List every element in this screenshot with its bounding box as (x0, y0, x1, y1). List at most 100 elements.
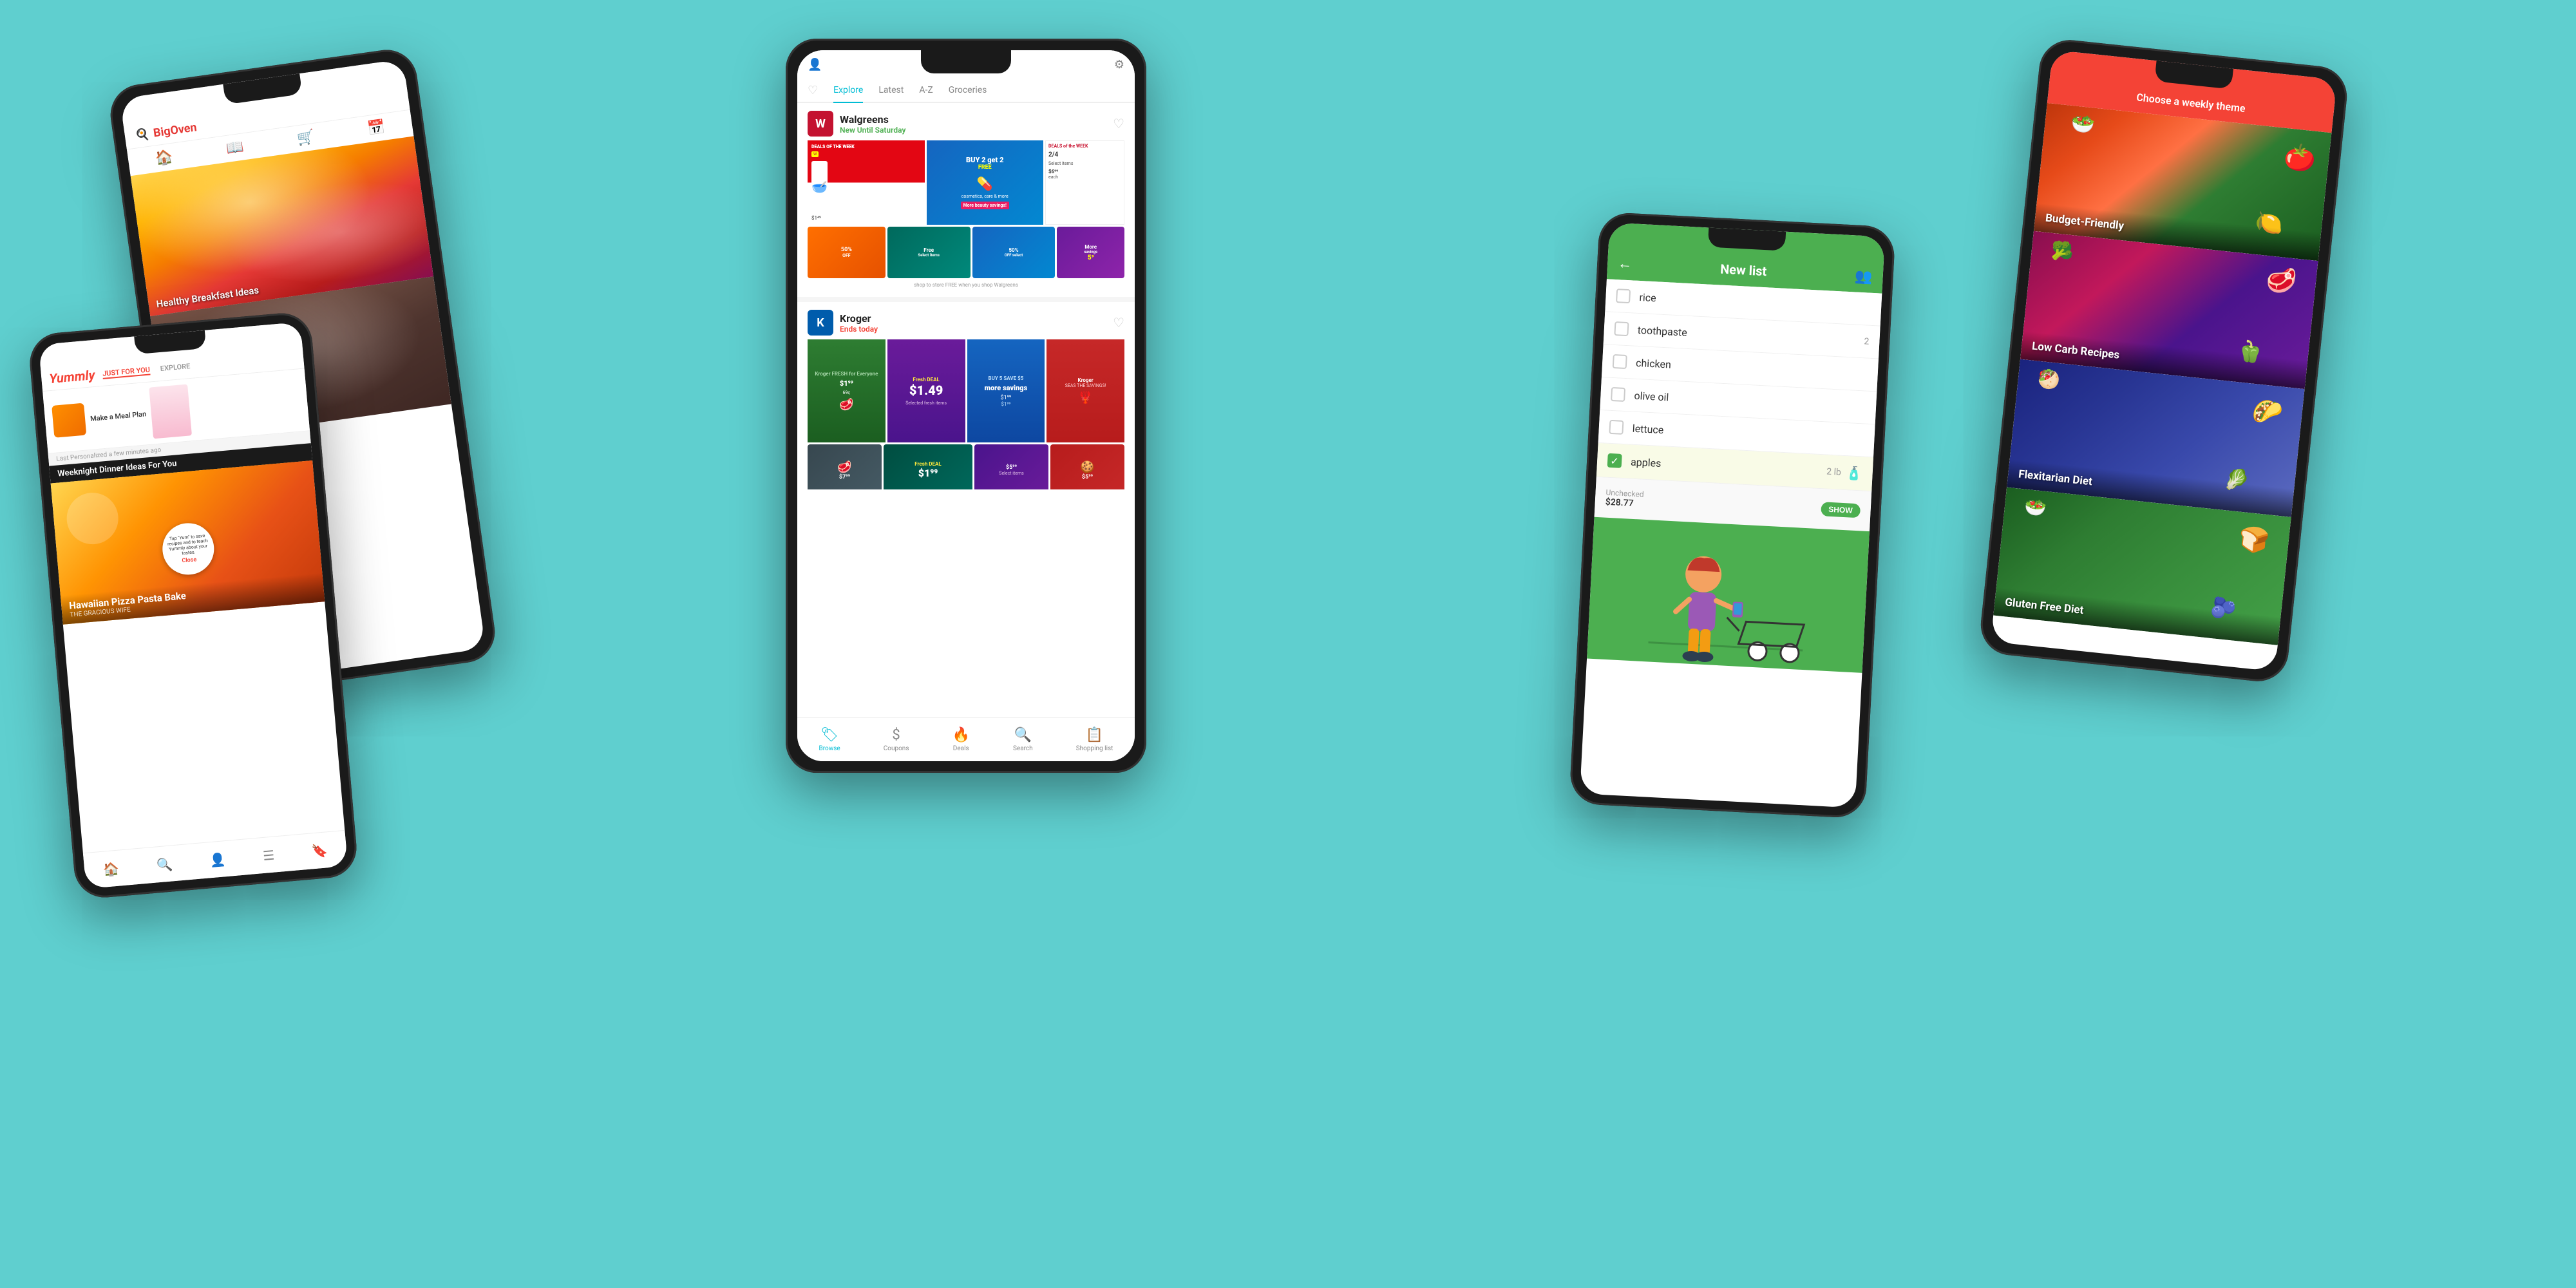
flipp-walgreens-ad2[interactable]: BUY 2 get 2 FREE 💊 cosmetics, care & mor… (927, 140, 1044, 225)
kroger-ad-meat[interactable]: 🥩 $7⁹⁹ (808, 444, 882, 489)
walgreens-ad-50off2[interactable]: 50% OFF select (972, 227, 1056, 278)
flipp-kroger-ad1[interactable]: Kroger FRESH for Everyone $1⁹⁹ 69¢ 🥩 (808, 339, 886, 442)
walgreens-deals-title: DEALS of the WEEK (811, 144, 855, 149)
yummly-tabs: JUST FOR YOU EXPLORE (102, 362, 191, 379)
kroger-price1: $1⁹⁹ (840, 379, 853, 388)
yummly-recipe-image: Tap "Yum" to save recipes and to teach Y… (51, 460, 325, 625)
yummly-nav-menu-icon[interactable]: ☰ (262, 847, 275, 863)
flipp-kroger-heart-icon[interactable]: ♡ (1113, 315, 1124, 330)
yummly-nav-search-icon[interactable]: 🔍 (156, 856, 173, 873)
phone-shopping: ← New list 👥 rice toothpaste 2 chicken (1569, 212, 1896, 819)
flipp-nav-browse[interactable]: 🏷 Browse (819, 727, 840, 752)
shopping-item-apples-label: apples (1631, 455, 1827, 478)
kroger-price4: $1⁹⁹ (1001, 401, 1010, 407)
flipp-kroger-ad3[interactable]: BUY 5 SAVE $5 more savings $1⁹⁹ $1⁹⁹ (967, 339, 1045, 442)
flipp-tab-az[interactable]: A-Z (919, 79, 933, 103)
flipp-nav-search[interactable]: 🔍 Search (1013, 727, 1033, 752)
walgreens-ad-50off[interactable]: 50% OFF (808, 227, 886, 278)
shopping-add-people-icon[interactable]: 👥 (1855, 268, 1873, 285)
kroger-fresh-deal-label: Fresh DEAL (913, 377, 939, 383)
kroger-ad-fresh-deal[interactable]: Fresh DEAL $1⁹⁹ (884, 444, 972, 489)
flipp-kroger-logo: K (808, 310, 833, 336)
flipp-coupons-icon: $ (892, 727, 900, 743)
yummly-meal-plan-thumb (52, 403, 86, 438)
flipp-walgreens-section: W Walgreens New Until Saturday ♡ DEALS o… (797, 103, 1135, 297)
walgreens-product-img: 🥣 (811, 161, 828, 213)
shopping-list: rice toothpaste 2 chicken olive oil lett (1596, 279, 1882, 491)
shopping-item-lettuce-label: lettuce (1632, 422, 1864, 446)
flipp-nav-deals[interactable]: 🔥 Deals (952, 727, 970, 752)
yummly-nav-bookmark-icon[interactable]: 🔖 (311, 842, 328, 859)
flipp-kroger-ad4[interactable]: Kroger SEAS THE SAVINGS! 🦞 (1046, 339, 1124, 442)
yummly-nav-profile-icon[interactable]: 👤 (209, 851, 227, 868)
flipp-browse-label: Browse (819, 745, 840, 752)
flipp-walgreens-ad3[interactable]: DEALS of the WEEK 2/4 Select items $6⁹⁹ … (1045, 140, 1124, 225)
yummly-tab-explore[interactable]: EXPLORE (160, 362, 191, 374)
flipp-kroger-ads: Kroger FRESH for Everyone $1⁹⁹ 69¢ 🥩 Fre… (808, 339, 1124, 442)
shopping-person-svg (1634, 520, 1822, 670)
kroger-fresh-price: $1.49 (909, 383, 943, 398)
flipp-walgreens-heart-icon[interactable]: ♡ (1113, 116, 1124, 131)
flipp-shopping-label: Shopping list (1076, 745, 1113, 752)
kroger-seas-text: SEAS THE SAVINGS! (1065, 383, 1106, 388)
bigoven-nav-cart-icon[interactable]: 🛒 (296, 129, 316, 147)
shopping-illustration (1587, 517, 1870, 673)
yummly-tab-just-for-you[interactable]: JUST FOR YOU (102, 365, 151, 379)
shopping-item-apples-count: 2 lb (1826, 467, 1841, 478)
store-divider-1 (797, 297, 1135, 302)
kroger-biscuit-price: $5⁹⁹ (1082, 474, 1093, 480)
yummly-bottom-nav: 🏠 🔍 👤 ☰ 🔖 (83, 830, 348, 889)
shopping-item-toothpaste-label: toothpaste (1637, 323, 1864, 347)
flipp-walgreens-ads: DEALS of the WEEK W 🥣 $1⁴⁹ BUY 2 get 2 F… (808, 140, 1124, 225)
kroger-deal-text: $5⁹⁹ (1006, 464, 1017, 471)
yummly-nav-home-icon[interactable]: 🏠 (102, 860, 120, 877)
flipp-tab-groceries[interactable]: Groceries (949, 79, 987, 103)
shopping-back-icon[interactable]: ← (1618, 255, 1633, 272)
shopping-unchecked-info: Unchecked $28.77 (1605, 488, 1644, 509)
flipp-tab-latest[interactable]: Latest (878, 79, 904, 103)
flipp-walgreens-ad1[interactable]: DEALS of the WEEK W 🥣 $1⁴⁹ (808, 140, 925, 225)
yummly-close-button[interactable]: Close (169, 555, 211, 565)
kroger-seas-title: Kroger (1078, 377, 1094, 383)
shopping-item-rice-label: rice (1639, 290, 1871, 315)
flipp-scroll-area[interactable]: W Walgreens New Until Saturday ♡ DEALS o… (797, 103, 1135, 489)
kroger-ad-biscuits[interactable]: 🍪 $5⁹⁹ (1050, 444, 1124, 489)
kroger-fresh-price2: $1⁹⁹ (918, 467, 938, 479)
shopping-checkbox-oliveoil[interactable] (1611, 387, 1625, 402)
flipp-walgreens-date: New Until Saturday (840, 126, 905, 135)
flipp-tab-explore[interactable]: Explore (833, 79, 863, 103)
shopping-checkbox-lettuce[interactable] (1609, 420, 1624, 435)
walgreens-5-num: 5⁹ (1088, 254, 1094, 261)
bigoven-nav-calendar-icon[interactable]: 📅 (366, 119, 386, 138)
phone-weekly: Choose a weekly theme 🍅 🥗 🍋 Budget-Frien… (1978, 37, 2350, 685)
shopping-checkbox-chicken[interactable] (1613, 354, 1627, 369)
flipp-heart-icon[interactable]: ♡ (808, 84, 818, 97)
walgreens-ad-free[interactable]: Free Select items (887, 227, 971, 278)
walgreens-more-text: More (1084, 244, 1097, 250)
kroger-ad-discount[interactable]: $5⁹⁹ Select items (974, 444, 1048, 489)
flipp-nav-coupons[interactable]: $ Coupons (884, 727, 909, 752)
flipp-kroger-info: K Kroger Ends today (808, 310, 878, 336)
flipp-deals-icon: 🔥 (952, 727, 970, 743)
flipp-bottom-nav: 🏷 Browse $ Coupons 🔥 Deals 🔍 Search 📋 Sh… (797, 717, 1135, 761)
yummly-meal-plan-label: Make a Meal Plan (90, 410, 147, 423)
shopping-show-button[interactable]: SHOW (1821, 502, 1861, 518)
flipp-nav-shopping[interactable]: 📋 Shopping list (1076, 727, 1113, 752)
flipp-browse-icon: 🏷 (820, 727, 838, 743)
shopping-checkbox-rice[interactable] (1616, 289, 1631, 303)
bigoven-nav-home-icon[interactable]: 🏠 (154, 149, 174, 167)
shopping-checkbox-apples[interactable]: ✓ (1607, 453, 1622, 468)
kroger-fresh-label: Kroger FRESH for Everyone (815, 371, 878, 377)
flipp-kroger-ad2[interactable]: Fresh DEAL $1.49 Selected fresh items (887, 339, 965, 442)
walgreens-ad-more[interactable]: More savings 5⁹ (1057, 227, 1124, 278)
shopping-checkbox-toothpaste[interactable] (1614, 321, 1629, 336)
flipp-kroger-name: Kroger (840, 312, 878, 325)
flipp-gear-icon[interactable]: ⚙ (1114, 58, 1124, 71)
flipp-user-icon[interactable]: 👤 (808, 58, 822, 71)
flipp-search-label: Search (1013, 745, 1033, 752)
bigoven-nav-book-icon[interactable]: 📖 (225, 138, 245, 157)
walgreens-deals-week-label: DEALS of the WEEK (1048, 144, 1121, 149)
walgreens-off2-label: OFF select (1005, 253, 1023, 258)
shopping-notch (1708, 227, 1786, 251)
flipp-screen: 👤 flipp ⚙ ♡ Explore Latest A-Z Groceries… (797, 50, 1135, 761)
